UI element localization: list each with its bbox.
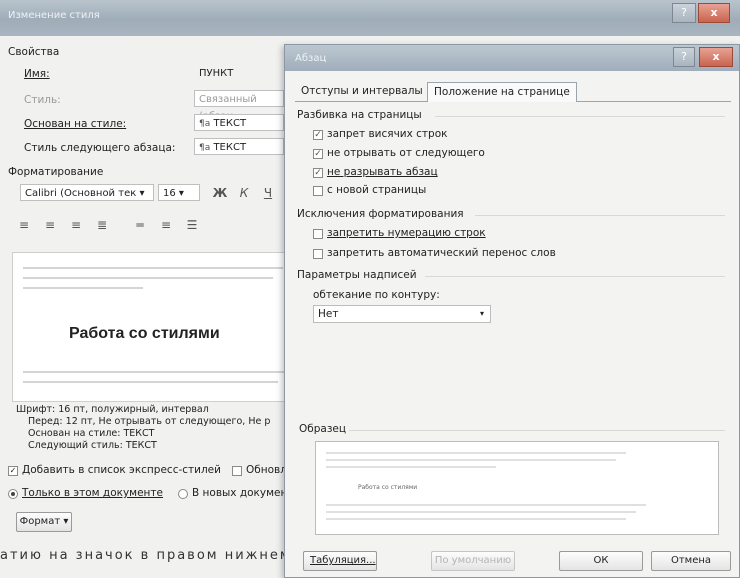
suppress-line-numbers-checkbox[interactable]: [313, 229, 323, 239]
align-left-icon[interactable]: ≡: [14, 216, 34, 234]
align-right-icon[interactable]: ≡: [66, 216, 86, 234]
align-center-icon[interactable]: ≡: [40, 216, 60, 234]
style-type-select: Связанный (абзац: [194, 90, 284, 122]
separator: [349, 430, 725, 431]
paragraph-title: Абзац: [295, 53, 327, 64]
format-button[interactable]: Формат ▾: [16, 512, 72, 532]
font-style-buttons: Ж К Ч: [206, 184, 286, 202]
keep-with-next-label: не отрывать от следующего: [327, 147, 485, 159]
set-default-button[interactable]: По умолчанию: [431, 551, 515, 571]
new-documents-label: В новых документ: [192, 487, 294, 499]
sample-label: Образец: [299, 423, 347, 435]
tab-strip: Отступы и интервалы Положение на страниц…: [295, 81, 731, 102]
next-style-label: Стиль следующего абзаца:: [24, 142, 176, 154]
desc-line: Следующий стиль: ТЕКСТ: [28, 440, 157, 450]
underline-button[interactable]: Ч: [258, 184, 278, 202]
bold-button[interactable]: Ж: [210, 184, 230, 202]
keep-with-next-checkbox[interactable]: ✓: [313, 149, 323, 159]
style-type-label: Стиль:: [24, 94, 61, 106]
sample-text: Работа со стилями: [358, 484, 418, 491]
keep-lines-together-label: не разрывать абзац: [327, 166, 438, 178]
close-icon[interactable]: x: [699, 47, 733, 67]
name-field[interactable]: ПУНКТ: [194, 64, 284, 81]
only-this-document-label: Только в этом документе: [22, 487, 163, 499]
add-quick-styles-checkbox[interactable]: ✓: [8, 466, 18, 476]
modify-style-title: Изменение стиля: [8, 10, 100, 21]
widow-control-checkbox[interactable]: ✓: [313, 130, 323, 140]
keep-lines-together-checkbox[interactable]: ✓: [313, 168, 323, 178]
tight-wrap-label: обтекание по контуру:: [313, 289, 440, 301]
tab-line-page-breaks[interactable]: Положение на странице: [427, 82, 577, 102]
properties-label: Свойства: [8, 46, 60, 58]
help-icon[interactable]: ?: [673, 47, 695, 67]
tight-wrap-select[interactable]: Нет ▾: [313, 305, 491, 323]
name-label: Имя:: [24, 68, 50, 80]
modify-style-titlebar: Изменение стиля ? x: [0, 0, 740, 36]
font-select[interactable]: Calibri (Основной тек ▾: [20, 184, 154, 201]
style-preview: Работа со стилями: [12, 252, 299, 402]
based-on-select[interactable]: ¶a ТЕКСТ: [194, 114, 284, 131]
document-text: атию на значок в правом нижнем: [0, 548, 292, 563]
pagination-label: Разбивка на страницы: [297, 109, 422, 121]
dont-hyphenate-checkbox[interactable]: [313, 249, 323, 259]
italic-button[interactable]: К: [234, 184, 254, 202]
help-icon[interactable]: ?: [672, 3, 696, 23]
paragraph-dialog: Абзац ? x Отступы и интервалы Положение …: [284, 44, 740, 578]
textbox-options-label: Параметры надписей: [297, 269, 417, 281]
preview-text: Работа со стилями: [69, 325, 220, 342]
paragraph-style-icon: ¶a: [199, 119, 211, 129]
separator: [475, 215, 725, 216]
ok-button[interactable]: ОК: [559, 551, 643, 571]
next-style-select[interactable]: ¶a ТЕКСТ: [194, 138, 284, 155]
add-quick-styles-label: Добавить в список экспресс-стилей: [22, 464, 221, 476]
sample-preview: Работа со стилями: [315, 441, 719, 535]
auto-update-checkbox[interactable]: [232, 466, 242, 476]
justify-icon[interactable]: ≣: [92, 216, 112, 234]
only-this-document-radio[interactable]: [8, 489, 18, 499]
separator: [425, 276, 725, 277]
desc-line: Перед: 12 пт, Не отрывать от следующего,…: [28, 416, 271, 427]
paragraph-titlebar: Абзац ? x: [285, 45, 739, 71]
tab-indents-spacing[interactable]: Отступы и интервалы: [295, 82, 429, 101]
desc-line: Шрифт: 16 пт, полужирный, интервал: [16, 404, 209, 415]
suppress-line-numbers-label: запретить нумерацию строк: [327, 227, 486, 239]
page-break-before-checkbox[interactable]: [313, 186, 323, 196]
separator: [435, 116, 725, 117]
formatting-label: Форматирование: [8, 166, 104, 178]
one-half-spacing-icon[interactable]: ≡: [156, 216, 176, 234]
single-spacing-icon[interactable]: ═: [130, 216, 150, 234]
cancel-button[interactable]: Отмена: [651, 551, 731, 571]
based-on-label: Основан на стиле:: [24, 118, 127, 130]
new-documents-radio[interactable]: [178, 489, 188, 499]
size-select[interactable]: 16 ▾: [158, 184, 200, 201]
double-spacing-icon[interactable]: ☰: [182, 216, 202, 234]
tabs-button[interactable]: Табуляция...: [303, 551, 377, 571]
page-break-before-label: с новой страницы: [327, 184, 427, 196]
chevron-down-icon: ▾: [479, 309, 484, 318]
widow-control-label: запрет висячих строк: [327, 128, 448, 140]
close-icon[interactable]: x: [698, 3, 730, 23]
auto-update-label: Обновл: [246, 464, 287, 476]
paragraph-style-icon: ¶a: [199, 143, 211, 153]
alignment-toolbar: ≡ ≡ ≡ ≣ ═ ≡ ☰: [14, 216, 284, 236]
exceptions-label: Исключения форматирования: [297, 208, 464, 220]
style-description: Шрифт: 16 пт, полужирный, интервал Перед…: [12, 402, 297, 454]
dont-hyphenate-label: запретить автоматический перенос слов: [327, 247, 556, 259]
desc-line: Основан на стиле: ТЕКСТ: [28, 428, 155, 439]
